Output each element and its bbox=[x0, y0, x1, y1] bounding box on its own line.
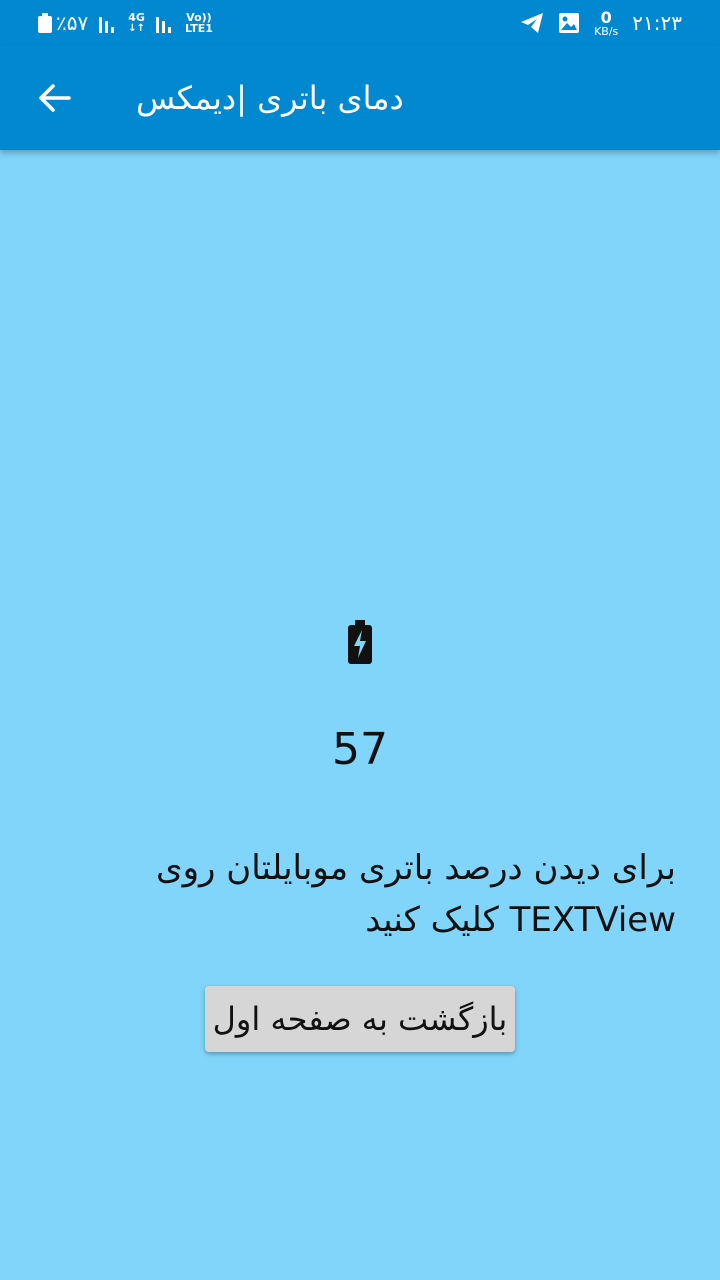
signal-icon bbox=[156, 17, 171, 33]
battery-percent-status: ٪۵۷ bbox=[56, 11, 89, 35]
speed-unit: KB/s bbox=[594, 24, 619, 38]
image-icon bbox=[559, 13, 580, 33]
instruction-textview[interactable]: برای دیدن درصد باتری موبایلتان روی TEXTV… bbox=[150, 842, 676, 946]
signal-icon bbox=[99, 17, 115, 33]
network-speed: 0 KB/s bbox=[594, 7, 619, 38]
arrow-back-icon bbox=[39, 84, 71, 112]
back-to-home-button[interactable]: بازگشت به صفحه اول bbox=[205, 986, 515, 1052]
network-type-indicator: 4G ↓↑ bbox=[128, 12, 145, 34]
network-4g-label: 4G bbox=[128, 11, 145, 24]
app-bar: دمای باتری |دیمکس bbox=[0, 46, 720, 150]
telegram-icon bbox=[521, 13, 544, 33]
status-left-group: ٪۵۷ 4G ↓↑ Vo)) LTE1 bbox=[38, 0, 213, 46]
lte-label: LTE1 bbox=[185, 22, 213, 35]
status-right-group: 0 KB/s ۲۱:۲۳ bbox=[506, 0, 682, 46]
status-bar: ٪۵۷ 4G ↓↑ Vo)) LTE1 0 KB/s ۲۱:۲۳ bbox=[0, 0, 720, 46]
volte-indicator: Vo)) LTE1 bbox=[185, 12, 213, 34]
battery-percent-value: 57 bbox=[332, 724, 388, 775]
page-title: دمای باتری |دیمکس bbox=[136, 79, 404, 117]
data-arrows-icon: ↓↑ bbox=[128, 23, 145, 34]
battery-charging-icon bbox=[348, 620, 372, 664]
battery-status-icon bbox=[38, 13, 52, 33]
back-button[interactable] bbox=[24, 68, 84, 128]
clock: ۲۱:۲۳ bbox=[632, 11, 682, 35]
speed-value: 0 bbox=[600, 7, 612, 27]
